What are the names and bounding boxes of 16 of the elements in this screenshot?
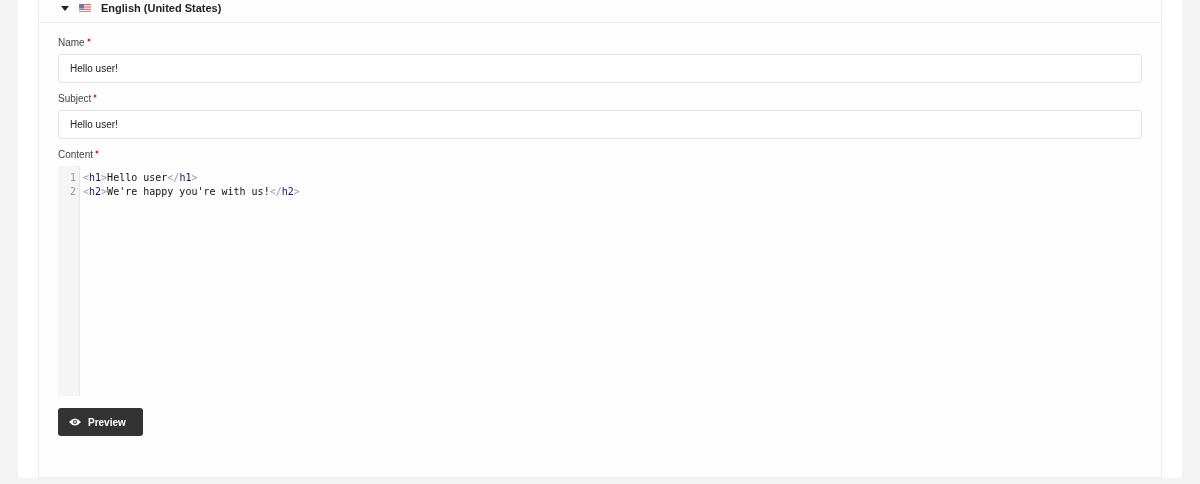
line-number: 2 <box>68 185 77 199</box>
field-label: Subject <box>58 93 92 104</box>
code-line: <h1>Hello user</h1> <box>83 171 199 185</box>
field-label: Name <box>58 37 85 48</box>
text-field[interactable]: Hello user! <box>58 110 1142 139</box>
line-number: 1 <box>68 171 77 185</box>
eye-icon <box>69 418 81 426</box>
field-label: Content <box>58 149 94 160</box>
section-title: English (United States) <box>101 2 222 14</box>
section-header[interactable]: English (United States) <box>39 0 1161 23</box>
code-line: <h2>We're happy you're with us!</h2> <box>83 185 301 199</box>
flag-icon <box>79 4 91 12</box>
code-editor[interactable]: 1 2 <h1>Hello user</h1> <h2>We're happy you're with us!</h2> <box>58 166 1142 396</box>
caret-icon <box>61 5 69 11</box>
text-field[interactable]: Hello user! <box>58 54 1142 83</box>
preview-button[interactable]: Preview <box>58 408 143 436</box>
